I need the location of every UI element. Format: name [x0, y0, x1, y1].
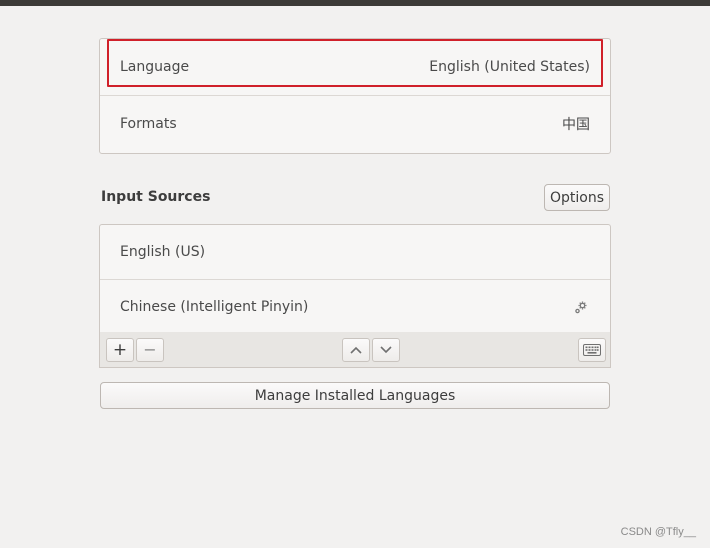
input-source-label: English (US): [120, 244, 206, 260]
input-source-label: Chinese (Intelligent Pinyin): [120, 298, 309, 315]
language-label: Language: [120, 59, 190, 75]
add-icon: +: [112, 339, 128, 360]
chevron-down-icon: [380, 346, 392, 354]
options-button[interactable]: Options: [544, 184, 610, 211]
move-up-button[interactable]: [342, 338, 370, 362]
list-item[interactable]: English (US): [100, 225, 610, 279]
keyboard-layout-button[interactable]: [578, 338, 606, 362]
chevron-up-icon: [350, 346, 362, 354]
manage-installed-languages-button[interactable]: Manage Installed Languages: [100, 382, 610, 409]
list-item[interactable]: Chinese (Intelligent Pinyin): [100, 279, 610, 333]
language-row[interactable]: Language English (United States): [100, 39, 610, 95]
input-sources-title: Input Sources: [101, 189, 211, 205]
move-down-button[interactable]: [372, 338, 400, 362]
remove-icon: −: [143, 340, 157, 359]
watermark: CSDN @Tfly__: [620, 526, 696, 538]
input-sources-list: English (US) Chinese (Intelligent Pinyin…: [99, 224, 611, 333]
formats-value: 中国: [562, 117, 590, 133]
add-button[interactable]: +: [106, 338, 134, 362]
input-sources-toolbar: + −: [99, 332, 611, 368]
language-formats-panel: Language English (United States) Formats…: [99, 38, 611, 154]
formats-row[interactable]: Formats 中国: [100, 95, 610, 152]
window-top-bar: [0, 0, 710, 6]
language-value: English (United States): [429, 59, 590, 75]
keyboard-icon: [583, 344, 601, 356]
gear-icon[interactable]: [572, 298, 590, 316]
formats-label: Formats: [120, 116, 177, 132]
remove-button[interactable]: −: [136, 338, 164, 362]
